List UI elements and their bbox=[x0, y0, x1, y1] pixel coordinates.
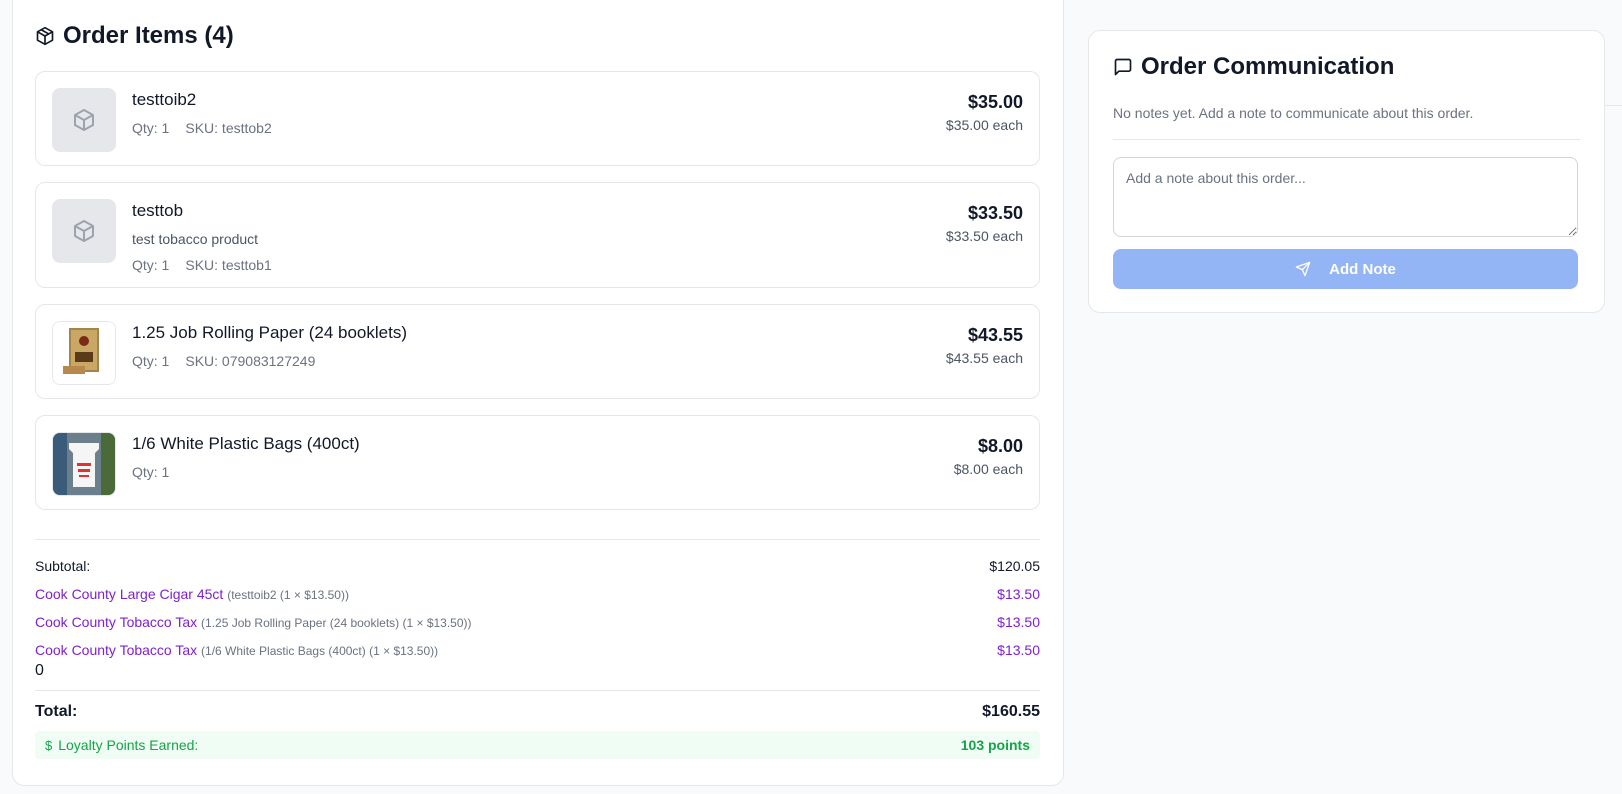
tax-detail: (1/6 White Plastic Bags (400ct) (1 × $13… bbox=[201, 644, 439, 658]
item-meta: Qty: 1 SKU: testtob2 bbox=[132, 120, 1023, 136]
divider bbox=[1113, 139, 1580, 140]
item-price-block: $8.00 $8.00 each bbox=[954, 436, 1023, 477]
loyalty-label-group: $ Loyalty Points Earned: bbox=[45, 737, 198, 753]
item-description: test tobacco product bbox=[132, 231, 259, 247]
item-unit-price: $33.50 each bbox=[945, 228, 1023, 244]
note-input[interactable] bbox=[1113, 157, 1578, 237]
item-qty: Qty: 1 bbox=[132, 257, 170, 273]
order-communication-card: Order Communication No notes yet. Add a … bbox=[1088, 30, 1605, 313]
tax-name: Cook County Large Cigar 45ct bbox=[35, 586, 224, 602]
item-meta: Qty: 1 SKU: 079083127249 bbox=[132, 353, 1023, 369]
tax-amount: $13.50 bbox=[997, 586, 1040, 602]
tax-detail: (1.25 Job Rolling Paper (24 booklets) (1… bbox=[201, 616, 472, 630]
total-label: Total: bbox=[35, 703, 78, 720]
loyalty-value: 103 points bbox=[960, 737, 1030, 753]
package-icon bbox=[36, 26, 54, 46]
tax-row: Cook County Tobacco Tax (1/6 White Plast… bbox=[35, 642, 1040, 658]
item-price: $35.00 bbox=[967, 92, 1023, 112]
tax-row: Cook County Tobacco Tax (1.25 Job Rollin… bbox=[35, 614, 1040, 630]
communication-title-text: Order Communication bbox=[1141, 53, 1395, 80]
item-sku: SKU: testtob1 bbox=[185, 257, 272, 273]
item-name: 1/6 White Plastic Bags (400ct) bbox=[132, 434, 360, 453]
tax-amount: $13.50 bbox=[997, 614, 1040, 630]
subtotal-row: Subtotal: $120.05 bbox=[35, 558, 1040, 574]
item-qty: Qty: 1 bbox=[132, 120, 170, 136]
order-items-title-text: Order Items (4) bbox=[63, 22, 234, 49]
order-item: testtoib2 Qty: 1 SKU: testtob2 $35.00 $3… bbox=[35, 71, 1040, 166]
subtotal-value: $120.05 bbox=[989, 558, 1040, 574]
add-note-button[interactable]: Add Note bbox=[1113, 249, 1578, 289]
item-price-block: $43.55 $43.55 each bbox=[946, 325, 1023, 366]
item-sku: SKU: 079083127249 bbox=[185, 353, 316, 369]
item-sku: SKU: testtob2 bbox=[185, 120, 272, 136]
tax-line: Cook County Tobacco Tax (1.25 Job Rollin… bbox=[35, 614, 472, 630]
tax-line: Cook County Tobacco Tax (1/6 White Plast… bbox=[35, 642, 438, 658]
item-name: testtoib2 bbox=[132, 90, 197, 109]
dollar-icon: $ bbox=[45, 737, 53, 753]
total-row: Total: $160.55 bbox=[35, 690, 1040, 721]
item-price: $8.00 bbox=[977, 436, 1023, 456]
loyalty-label: Loyalty Points Earned: bbox=[58, 737, 199, 753]
tax-name: Cook County Tobacco Tax bbox=[35, 642, 198, 658]
plastic-bag-image bbox=[53, 433, 115, 495]
item-price-block: $33.50 $33.50 each bbox=[946, 203, 1023, 244]
item-unit-price: $8.00 each bbox=[953, 461, 1023, 477]
order-item: 1/6 White Plastic Bags (400ct) Qty: 1 $8… bbox=[35, 415, 1040, 510]
item-name: testtob bbox=[132, 201, 184, 220]
loyalty-points-row: $ Loyalty Points Earned: 103 points bbox=[35, 731, 1040, 759]
tax-detail: (testtoib2 (1 × $13.50)) bbox=[227, 588, 349, 602]
item-name: 1.25 Job Rolling Paper (24 booklets) bbox=[132, 323, 407, 342]
package-icon bbox=[74, 220, 94, 242]
add-note-label: Add Note bbox=[1329, 260, 1396, 278]
order-items-list: testtoib2 Qty: 1 SKU: testtob2 $35.00 $3… bbox=[35, 71, 1040, 526]
order-items-title: Order Items (4) bbox=[35, 22, 234, 50]
item-price: $33.50 bbox=[967, 203, 1023, 223]
stray-zero-value: 0 bbox=[35, 662, 44, 679]
order-totals: Subtotal: $120.05 Cook County Large Ciga… bbox=[35, 539, 1040, 759]
item-meta: Qty: 1 bbox=[132, 464, 1023, 480]
rolling-paper-image bbox=[53, 322, 115, 384]
item-meta: Qty: 1 SKU: testtob1 bbox=[132, 257, 1023, 273]
item-price-block: $35.00 $35.00 each bbox=[946, 92, 1023, 133]
item-qty: Qty: 1 bbox=[132, 464, 170, 480]
product-placeholder-thumb bbox=[52, 88, 116, 152]
message-square-icon bbox=[1114, 58, 1132, 76]
item-qty: Qty: 1 bbox=[132, 353, 170, 369]
send-icon bbox=[1295, 261, 1311, 277]
product-image-plastic-bags bbox=[52, 432, 116, 496]
tax-name: Cook County Tobacco Tax bbox=[35, 614, 198, 630]
subtotal-label: Subtotal: bbox=[35, 558, 91, 574]
no-notes-text: No notes yet. Add a note to communicate … bbox=[1113, 105, 1474, 121]
tax-row: Cook County Large Cigar 45ct (testtoib2 … bbox=[35, 586, 1040, 602]
item-price: $43.55 bbox=[967, 325, 1023, 345]
total-value: $160.55 bbox=[982, 703, 1040, 720]
product-placeholder-thumb bbox=[52, 199, 116, 263]
item-unit-price: $43.55 each bbox=[945, 350, 1023, 366]
tax-amount: $13.50 bbox=[997, 642, 1040, 658]
order-item: 1.25 Job Rolling Paper (24 booklets) Qty… bbox=[35, 304, 1040, 399]
product-image-rolling-paper bbox=[52, 321, 116, 385]
order-item: testtob test tobacco product Qty: 1 SKU:… bbox=[35, 182, 1040, 288]
communication-title: Order Communication bbox=[1113, 53, 1394, 81]
tax-line: Cook County Large Cigar 45ct (testtoib2 … bbox=[35, 586, 349, 602]
package-icon bbox=[74, 109, 94, 131]
item-unit-price: $35.00 each bbox=[945, 117, 1023, 133]
divider bbox=[1605, 105, 1622, 106]
